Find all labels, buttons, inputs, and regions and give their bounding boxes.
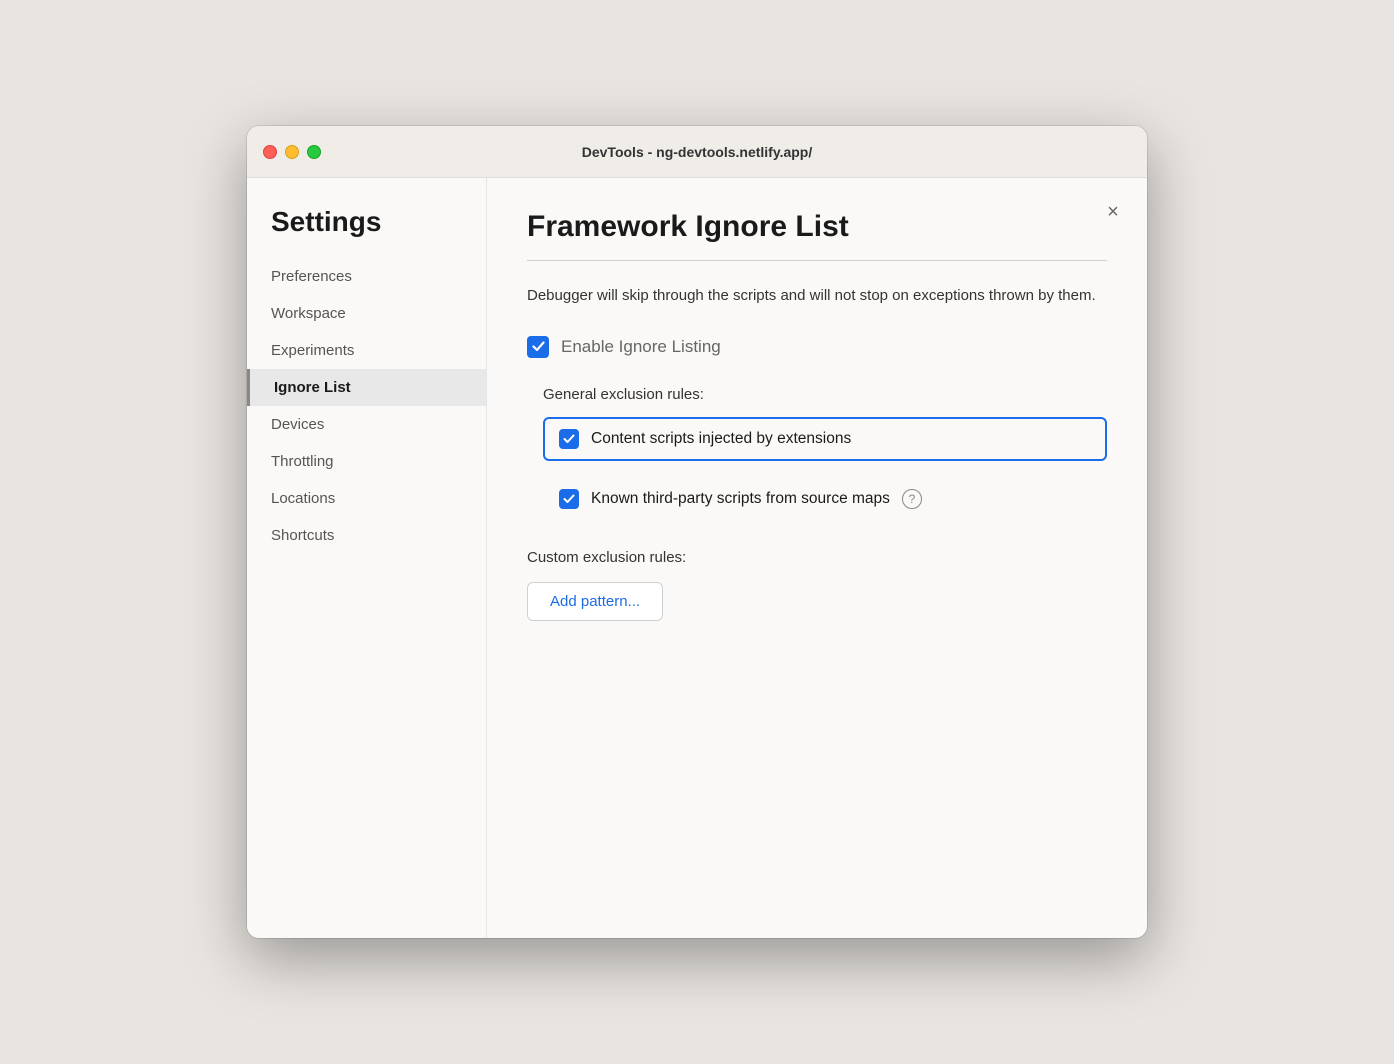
general-exclusion-label: General exclusion rules: [543,386,1107,403]
enable-ignore-listing-checkbox[interactable] [527,336,549,358]
help-icon[interactable]: ? [902,489,922,509]
third-party-checkbox[interactable] [559,489,579,509]
sidebar-item-experiments[interactable]: Experiments [247,332,486,369]
title-divider [527,260,1107,261]
enable-ignore-listing-row: Enable Ignore Listing [527,336,1107,358]
devtools-window: DevTools - ng-devtools.netlify.app/ Sett… [247,126,1147,938]
sidebar-item-throttling[interactable]: Throttling [247,443,486,480]
minimize-traffic-light[interactable] [285,145,299,159]
sidebar: Settings Preferences Workspace Experimen… [247,178,487,938]
main-content: × Framework Ignore List Debugger will sk… [487,178,1147,938]
third-party-label[interactable]: Known third-party scripts from source ma… [591,490,890,508]
add-pattern-button[interactable]: Add pattern... [527,582,663,621]
close-traffic-light[interactable] [263,145,277,159]
titlebar: DevTools - ng-devtools.netlify.app/ [247,126,1147,178]
sidebar-item-workspace[interactable]: Workspace [247,295,486,332]
close-button[interactable]: × [1099,198,1127,226]
custom-exclusion-label: Custom exclusion rules: [527,549,1107,566]
window-title: DevTools - ng-devtools.netlify.app/ [582,144,813,160]
content-scripts-rule-row: Content scripts injected by extensions [543,417,1107,461]
traffic-lights [263,145,321,159]
sidebar-item-devices[interactable]: Devices [247,406,486,443]
checkmark-icon [563,434,575,444]
help-question-mark: ? [909,492,916,506]
sidebar-heading: Settings [247,198,486,258]
maximize-traffic-light[interactable] [307,145,321,159]
sidebar-item-locations[interactable]: Locations [247,480,486,517]
content-scripts-label[interactable]: Content scripts injected by extensions [591,430,851,448]
sidebar-item-shortcuts[interactable]: Shortcuts [247,517,486,554]
exclusion-rules-section: General exclusion rules: Content scripts… [527,386,1107,521]
window-body: Settings Preferences Workspace Experimen… [247,178,1147,938]
sidebar-item-preferences[interactable]: Preferences [247,258,486,295]
sidebar-item-ignore-list[interactable]: Ignore List [247,369,486,406]
page-title: Framework Ignore List [527,210,1107,244]
description-text: Debugger will skip through the scripts a… [527,285,1107,308]
content-scripts-checkbox[interactable] [559,429,579,449]
checkmark-icon [532,341,545,352]
third-party-rule-row: Known third-party scripts from source ma… [543,477,1107,521]
checkmark-icon [563,494,575,504]
enable-ignore-listing-label[interactable]: Enable Ignore Listing [561,337,721,357]
